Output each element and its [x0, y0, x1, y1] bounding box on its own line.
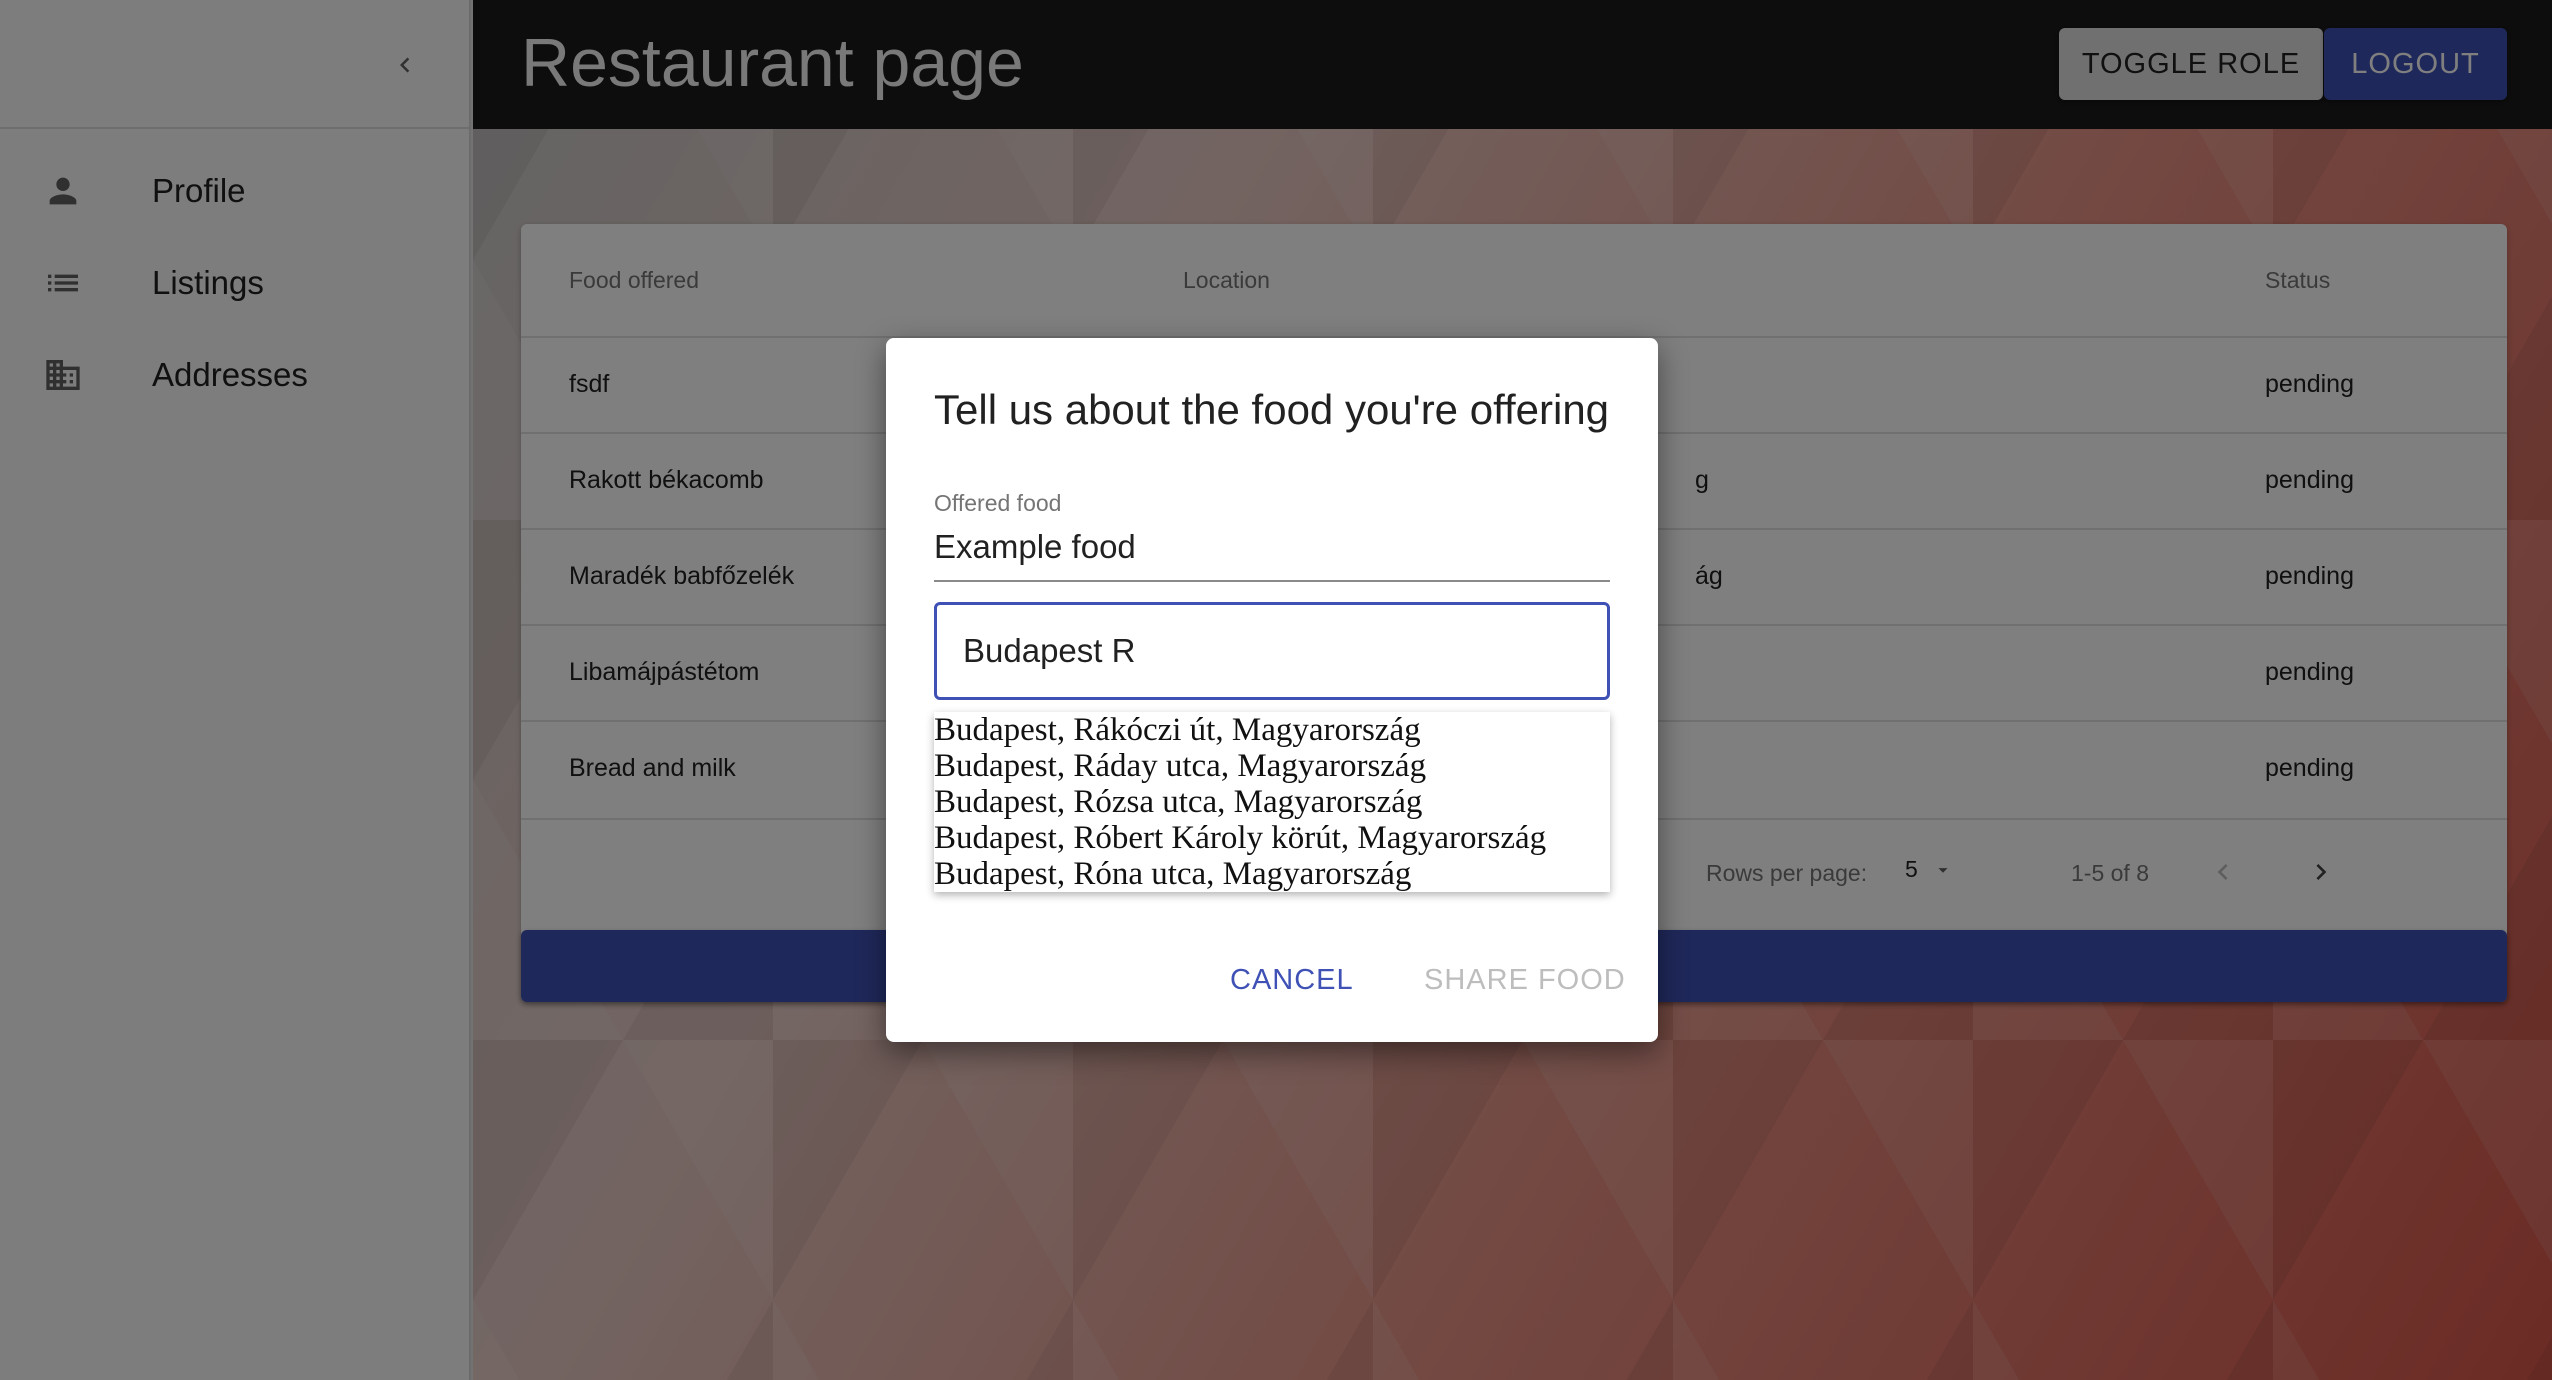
address-suggestion[interactable]: Budapest, Rózsa utca, Magyarország	[934, 784, 1610, 820]
offered-food-label: Offered food	[934, 490, 1062, 516]
address-search-input[interactable]	[934, 602, 1610, 700]
address-suggestion[interactable]: Budapest, Ráday utca, Magyarország	[934, 748, 1610, 784]
address-suggestion[interactable]: Budapest, Rákóczi út, Magyarország	[934, 712, 1610, 748]
offered-food-input[interactable]	[934, 526, 1610, 582]
address-suggestion[interactable]: Budapest, Róbert Károly körút, Magyarors…	[934, 820, 1610, 856]
share-food-dialog: Tell us about the food you're offering O…	[886, 338, 1658, 1042]
address-suggestion[interactable]: Budapest, Róna utca, Magyarország	[934, 856, 1610, 892]
cancel-button[interactable]: CANCEL	[1230, 964, 1354, 997]
share-food-button[interactable]: SHARE FOOD	[1424, 964, 1626, 997]
address-suggestions-list: Budapest, Rákóczi út, Magyarország Budap…	[934, 712, 1610, 892]
dialog-title: Tell us about the food you're offering	[934, 386, 1610, 433]
